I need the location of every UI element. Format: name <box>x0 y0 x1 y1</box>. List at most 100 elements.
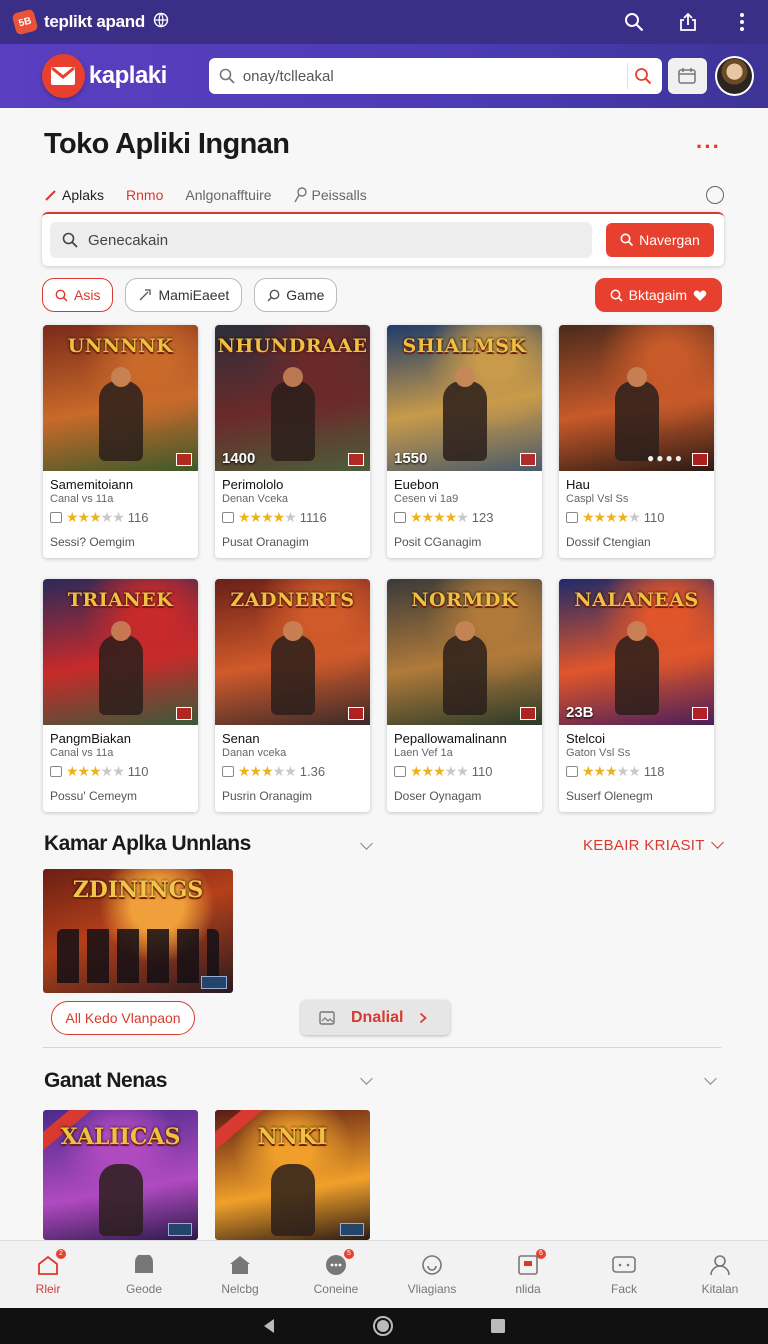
app-card[interactable]: NHUNDRAAE 1400 Perimololo Denan Vceka ★★★★★ 1… <box>215 325 370 558</box>
app-developer: Caspl Vsl Ss <box>566 493 629 505</box>
section-divider <box>43 1047 721 1048</box>
app-card[interactable]: SHIALMSK 1550 Euebon Cesen vi 1a9 ★★★★★ 123 Po… <box>387 325 542 558</box>
download-button[interactable]: Dnalial <box>301 1000 450 1035</box>
home-icon: 2 <box>36 1248 66 1276</box>
rating-count: 116 <box>127 510 149 525</box>
nav-label: Geode <box>125 1281 163 1296</box>
app-rating: ★★★★★ 1.36 <box>222 763 363 780</box>
wishlist-button[interactable]: Bktagaim <box>594 278 722 312</box>
chip-game[interactable]: Game <box>254 278 338 312</box>
nav-label: Rleir <box>35 1281 61 1296</box>
app-card-body: PangmBiakan Canal vs 11a ★★★★★ 110 Possu' Ce… <box>43 725 198 803</box>
tab-rnmo[interactable]: Rnmo <box>126 187 163 203</box>
globe-icon[interactable] <box>153 12 169 32</box>
tab-label: Peissalls <box>311 187 367 203</box>
game-tile[interactable]: NNKI <box>215 1110 370 1240</box>
home-circle-icon[interactable] <box>372 1315 394 1337</box>
nav-item-coneine[interactable]: 5 Coneine <box>288 1241 384 1308</box>
nav-item-nlida[interactable]: 6 nlida <box>480 1241 576 1308</box>
character-figure <box>614 367 659 461</box>
pin-icon <box>293 187 307 203</box>
settings-icon[interactable] <box>706 186 724 204</box>
app-name: Hau <box>566 477 590 492</box>
tab-aplaks[interactable]: Aplaks <box>44 187 104 203</box>
nav-item-fack[interactable]: Fack <box>576 1241 672 1308</box>
search-submit-icon[interactable] <box>634 67 652 85</box>
mail-logo-icon[interactable] <box>42 54 85 98</box>
app-developer: Denan Vceka <box>222 493 289 505</box>
recents-icon[interactable] <box>490 1318 506 1334</box>
app-card[interactable]: NALANEAS 23B Stelcoi Gaton Vsl Ss ★★★★★ 118 Su… <box>559 579 714 812</box>
nav-item-rleir[interactable]: 2 Rleir <box>0 1241 96 1308</box>
app-card[interactable]: NORMDK Pepallowamalinann Laen Vef 1a ★★★★★ 1… <box>387 579 542 812</box>
platform-badge-icon <box>201 976 227 989</box>
see-all-label: KEBAIR KRIASIT <box>583 837 705 854</box>
featured-banner[interactable]: ZDININGS <box>43 869 233 993</box>
calendar-icon <box>678 68 697 84</box>
nav-item-geode[interactable]: Geode <box>96 1241 192 1308</box>
share-icon[interactable] <box>676 10 700 34</box>
star-rating: ★★★★★ <box>410 763 469 779</box>
rating-count: 1.36 <box>299 764 326 779</box>
app-thumbnail: ●●●● <box>559 325 714 471</box>
calendar-button[interactable] <box>667 58 707 94</box>
chip-label: MamiEaeet <box>158 287 230 303</box>
folder-icon <box>132 1254 156 1276</box>
app-thumbnail: NORMDK <box>387 579 542 725</box>
chip-label: Game <box>286 287 325 303</box>
app-category: Pusat Oranagim <box>222 535 309 549</box>
tile-title: NNKI <box>257 1124 328 1150</box>
tab-anlgonafftuire[interactable]: Anlgonafftuire <box>185 187 271 203</box>
rating-count: 110 <box>471 764 493 779</box>
character-figure <box>98 621 143 715</box>
chevron-down-icon[interactable] <box>704 1072 717 1085</box>
app-category: Doser Oynagam <box>394 789 482 803</box>
see-all-link[interactable]: KEBAIR KRIASIT <box>583 836 724 854</box>
search-icon <box>62 232 78 248</box>
chat-icon: 5 <box>324 1248 354 1276</box>
character-figure <box>442 367 487 461</box>
app-thumbnail: UNNNNK <box>43 325 198 471</box>
app-card[interactable]: TRIANEK PangmBiakan Canal vs 11a ★★★★★ 110 Po… <box>43 579 198 812</box>
game-art-title: NORMDK <box>411 589 518 611</box>
nav-item-kitalan[interactable]: Kitalan <box>672 1241 768 1308</box>
app-card-body: Perimololo Denan Vceka ★★★★★ 1116 Pusat Oran… <box>215 471 370 549</box>
chevron-down-icon[interactable] <box>360 1072 373 1085</box>
app-name: Perimololo <box>222 477 284 492</box>
game-tile[interactable]: XALIICAS <box>43 1110 198 1240</box>
back-icon[interactable] <box>262 1318 276 1334</box>
tab-label: Anlgonafftuire <box>185 187 272 203</box>
search-icon[interactable] <box>622 10 646 34</box>
nav-item-nelcbg[interactable]: Nelcbg <box>192 1241 288 1308</box>
app-name: Samemitoiann <box>50 477 134 492</box>
user-avatar[interactable] <box>714 56 754 96</box>
platform-badge-icon <box>520 707 536 720</box>
pen-icon <box>45 190 56 201</box>
app-card[interactable]: UNNNNK Samemitoiann Canal vs 11a ★★★★★ 116 Se… <box>43 325 198 558</box>
app-developer: Danan vceka <box>222 747 287 759</box>
search-icon <box>267 289 280 302</box>
app-category: Possu' Cemeym <box>50 789 137 803</box>
search-button[interactable]: Navergan <box>606 223 714 257</box>
character-figure <box>270 621 315 715</box>
app-grid-row-1: UNNNNK Samemitoiann Canal vs 11a ★★★★★ 116 Se… <box>43 325 719 558</box>
more-options-icon[interactable]: ··· <box>696 134 721 160</box>
chevron-down-icon[interactable] <box>360 837 373 850</box>
app-name: Pepallowamalinann <box>394 731 507 746</box>
search-input[interactable]: Genecakain <box>50 222 592 258</box>
thumbnail-badge: 1550 <box>394 450 428 467</box>
app-rating: ★★★★★ 118 <box>566 763 707 780</box>
brand-name: kaplaki <box>88 62 167 89</box>
all-apps-button[interactable]: All Kedo Vlanpaon <box>51 1001 195 1035</box>
header-search-input[interactable]: onay/tclleakal <box>208 58 662 94</box>
heart-icon <box>693 289 707 301</box>
tab-peissalls[interactable]: Peissalls <box>293 187 367 203</box>
chip-mamileaeet[interactable]: MamiEaeet <box>125 278 243 312</box>
chip-asis[interactable]: Asis <box>42 278 114 312</box>
nav-item-vliagians[interactable]: Vliagians <box>384 1241 480 1308</box>
app-name: Senan <box>222 731 260 746</box>
app-name: PangmBiakan <box>50 731 131 746</box>
app-card[interactable]: ●●●● Hau Caspl Vsl Ss ★★★★★ 110 Dossif Ctengi… <box>559 325 714 558</box>
app-card[interactable]: ZADNERTS Senan Danan vceka ★★★★★ 1.36 Pusrin … <box>215 579 370 812</box>
more-vertical-icon[interactable] <box>730 10 754 34</box>
